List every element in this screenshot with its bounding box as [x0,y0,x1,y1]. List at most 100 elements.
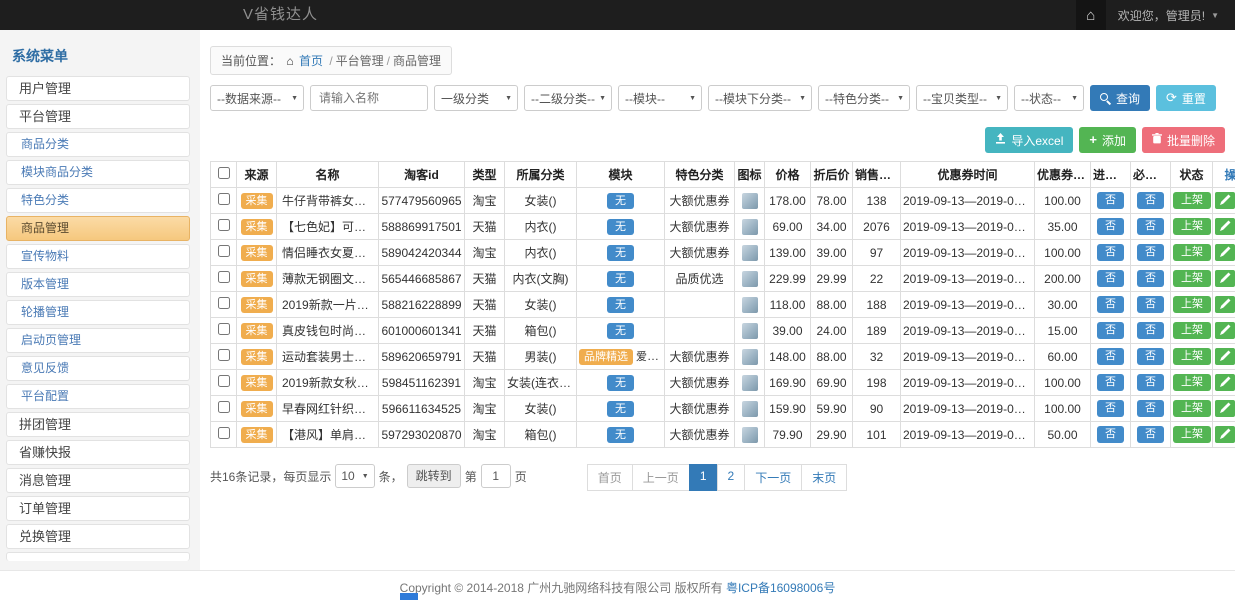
sidebar-item-version[interactable]: 版本管理 [6,272,190,297]
row-checkbox[interactable] [218,401,230,413]
must-buy-toggle[interactable]: 否 [1137,192,1164,209]
user-menu[interactable]: 欢迎您，管理员! ▼ [1106,7,1235,24]
page-button[interactable]: 1 [689,464,718,491]
status-button[interactable]: 上架 [1173,426,1211,443]
page-button[interactable]: 上一页 [632,464,690,491]
reset-button[interactable]: ⟳ 重置 [1156,85,1216,111]
edit-button[interactable] [1215,218,1235,235]
must-buy-toggle[interactable]: 否 [1137,218,1164,235]
sidebar-item-product-category[interactable]: 商品分类 [6,132,190,157]
import-select-toggle[interactable]: 否 [1097,218,1124,235]
icon-cell [735,292,765,318]
import-select-toggle[interactable]: 否 [1097,296,1124,313]
status-button[interactable]: 上架 [1173,192,1211,209]
breadcrumb-home-link[interactable]: 首页 [299,54,323,68]
batch-delete-button[interactable]: 批量删除 [1142,127,1225,153]
must-buy-toggle[interactable]: 否 [1137,296,1164,313]
row-checkbox[interactable] [218,271,230,283]
page-button[interactable]: 2 [717,464,746,491]
status-button[interactable]: 上架 [1173,270,1211,287]
row-checkbox[interactable] [218,427,230,439]
sidebar-item-featured-category[interactable]: 特色分类 [6,188,190,213]
page-button[interactable]: 首页 [587,464,633,491]
sidebar-item-feedback[interactable]: 意见反馈 [6,356,190,381]
page-button[interactable]: 下一页 [744,464,802,491]
must-buy-toggle[interactable]: 否 [1137,270,1164,287]
must-buy-toggle[interactable]: 否 [1137,322,1164,339]
must-buy-toggle[interactable]: 否 [1137,374,1164,391]
page-button[interactable]: 末页 [801,464,847,491]
per-page-select[interactable]: 10 ▼ [335,464,374,488]
row-checkbox[interactable] [218,349,230,361]
edit-button[interactable] [1215,192,1235,209]
import-excel-button[interactable]: 导入excel [985,127,1073,153]
filter-select[interactable]: --状态--▼ [1014,85,1084,111]
edit-button[interactable] [1215,374,1235,391]
import-select-toggle[interactable]: 否 [1097,374,1124,391]
jump-button[interactable]: 跳转到 [407,464,461,488]
sidebar-item-carousel[interactable]: 轮播管理 [6,300,190,325]
filter-select-value: --模块-- [625,90,665,107]
sidebar-item-group-buy[interactable]: 拼团管理 [6,412,190,437]
icp-link[interactable]: 粤ICP备16098006号 [726,581,835,595]
status-button[interactable]: 上架 [1173,400,1211,417]
status-button[interactable]: 上架 [1173,348,1211,365]
row-checkbox[interactable] [218,219,230,231]
import-select-toggle[interactable]: 否 [1097,322,1124,339]
edit-button[interactable] [1215,270,1235,287]
row-checkbox[interactable] [218,245,230,257]
sidebar-item-module-product-category[interactable]: 模块商品分类 [6,160,190,185]
sidebar-item-splash-page[interactable]: 启动页管理 [6,328,190,353]
edit-button[interactable] [1215,426,1235,443]
status-button[interactable]: 上架 [1173,244,1211,261]
edit-button[interactable] [1215,322,1235,339]
filter-select[interactable]: --二级分类--▼ [524,85,612,111]
must-buy-toggle[interactable]: 否 [1137,348,1164,365]
sidebar-item-partial[interactable] [6,552,190,561]
select-all-checkbox[interactable] [218,167,230,179]
edit-button[interactable] [1215,296,1235,313]
import-select-toggle[interactable]: 否 [1097,192,1124,209]
edit-button[interactable] [1215,244,1235,261]
sidebar-item-exchange[interactable]: 兑换管理 [6,524,190,549]
sidebar-item-save-earn-express[interactable]: 省赚快报 [6,440,190,465]
status-button[interactable]: 上架 [1173,322,1211,339]
row-checkbox[interactable] [218,193,230,205]
row-checkbox[interactable] [218,297,230,309]
status-button[interactable]: 上架 [1173,218,1211,235]
sidebar-item-platform-config[interactable]: 平台配置 [6,384,190,409]
sidebar-item-product-management[interactable]: 商品管理 [6,216,190,241]
sidebar-item-messages[interactable]: 消息管理 [6,468,190,493]
page-number-input[interactable] [481,464,511,488]
source-badge: 采集 [241,297,273,313]
import-select-toggle[interactable]: 否 [1097,348,1124,365]
sidebar-item-platform[interactable]: 平台管理 [6,104,190,129]
sidebar-item-users[interactable]: 用户管理 [6,76,190,101]
filter-select[interactable]: --宝贝类型--▼ [916,85,1008,111]
filter-select[interactable]: 一级分类▼ [434,85,518,111]
row-checkbox[interactable] [218,375,230,387]
edit-button[interactable] [1215,400,1235,417]
must-buy-toggle[interactable]: 否 [1137,426,1164,443]
add-button[interactable]: + 添加 [1079,127,1136,153]
status-button[interactable]: 上架 [1173,374,1211,391]
import-select-toggle[interactable]: 否 [1097,244,1124,261]
must-buy-toggle[interactable]: 否 [1137,400,1164,417]
filter-select[interactable]: --模块--▼ [618,85,702,111]
filter-select[interactable]: --数据来源--▼ [210,85,304,111]
row-checkbox[interactable] [218,323,230,335]
must-buy-toggle[interactable]: 否 [1137,244,1164,261]
import-select-toggle[interactable]: 否 [1097,426,1124,443]
search-button[interactable]: 查询 [1090,85,1150,111]
name-filter-input[interactable] [310,85,428,111]
filter-select[interactable]: --模块下分类--▼ [708,85,812,111]
import-select-toggle[interactable]: 否 [1097,400,1124,417]
must-buy-cell: 否 [1131,188,1171,214]
sidebar-item-orders[interactable]: 订单管理 [6,496,190,521]
edit-button[interactable] [1215,348,1235,365]
status-button[interactable]: 上架 [1173,296,1211,313]
home-button[interactable]: ⌂ [1076,0,1106,30]
import-select-toggle[interactable]: 否 [1097,270,1124,287]
sidebar-item-promo-materials[interactable]: 宣传物料 [6,244,190,269]
filter-select[interactable]: --特色分类--▼ [818,85,910,111]
